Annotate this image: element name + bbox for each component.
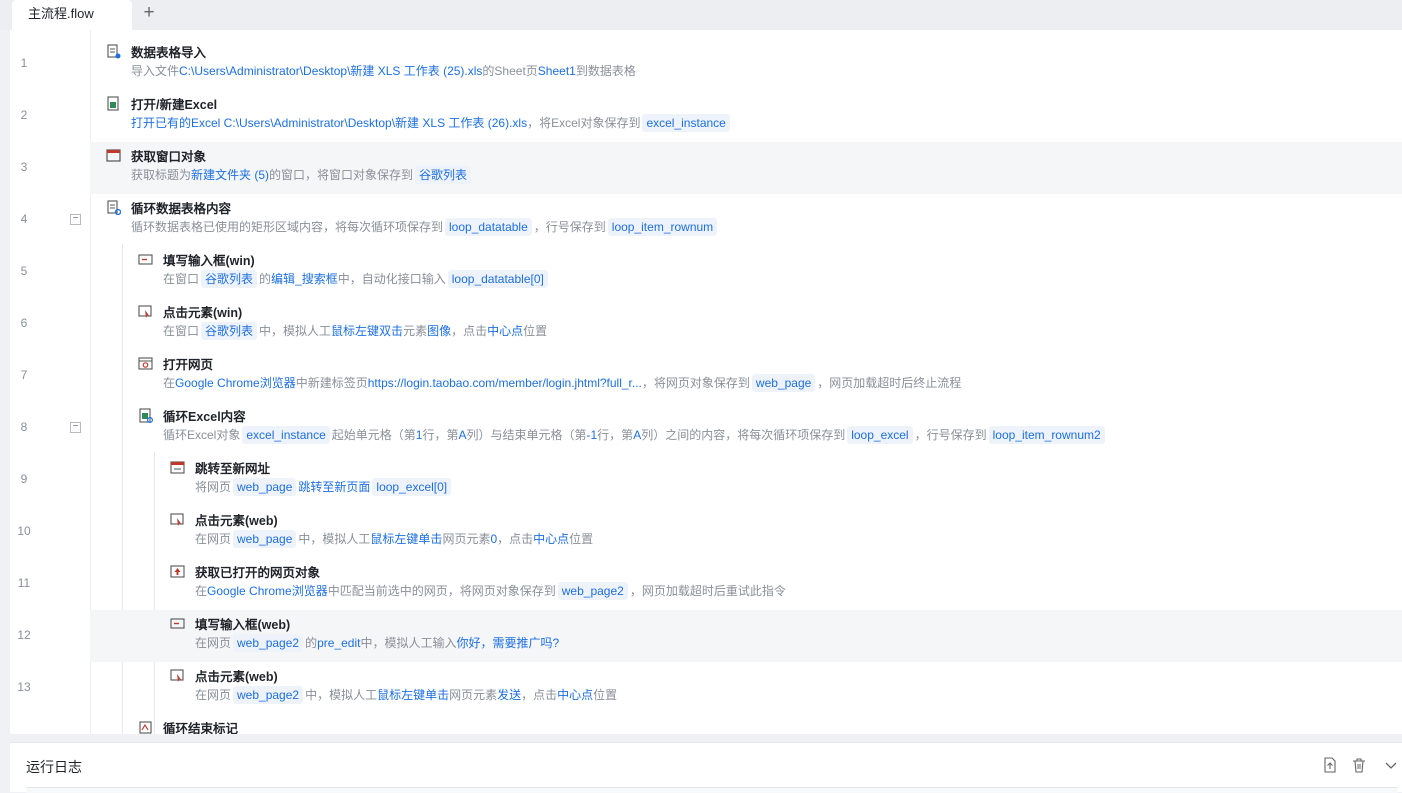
line-number: 8 [20,420,28,434]
line-number: 3 [20,160,28,174]
step-description: 在Google Chrome浏览器中匹配当前选中的网页，将网页对象保存到 web_… [195,582,786,600]
line-number: 7 [20,368,28,382]
step-title: 循环结束标记 [163,722,239,734]
flow-step-row[interactable]: 13 点击元素(web) 在网页 web_page2 中，模拟人工鼠标左键单击网页元… [10,662,1402,714]
variable-chip: loop_item_rownum [607,218,718,236]
step-title: 跳转至新网址 [195,462,271,476]
step-description: 在网页 web_page2 的pre_edit中，模拟人工输入你好，需要推广吗? [195,634,560,652]
step-title: 点击元素(web) [195,670,278,684]
step-title: 填写输入框(web) [195,618,291,632]
variable-chip: web_page [751,374,816,392]
flow-step-row[interactable]: 7 打开网页 在Google Chrome浏览器中新建标签页https://lo… [10,350,1402,402]
variable-chip: web_page2 [233,634,304,652]
step-title: 循环Excel内容 [163,410,246,424]
flow-step-row[interactable]: 循环结束标记 [10,714,1402,734]
chevron-down-icon[interactable] [1383,757,1399,773]
variable-chip: web_page2 [557,582,628,600]
goto-url-icon [170,461,185,474]
line-number: 2 [20,108,28,122]
input-fill-icon [170,618,185,629]
variable-chip: loop_excel [847,426,913,444]
step-description: 在窗口 谷歌列表 中，模拟人工鼠标左键双击元素图像，点击中心点位置 [163,322,548,340]
click-element-icon [170,669,184,682]
step-description: 在Google Chrome浏览器中新建标签页https://login.tao… [163,374,962,392]
run-log-title: 运行日志 [26,759,82,775]
step-description: 在窗口 谷歌列表 的编辑_搜索框中，自动化接口输入 loop_datatable[0] [163,270,550,288]
step-title: 循环数据表格内容 [131,202,232,216]
step-title: 点击元素(win) [163,306,243,320]
line-number: 12 [17,628,31,642]
variable-chip: excel_instance [242,426,330,444]
variable-chip: web_page2 [233,686,304,704]
export-log-icon[interactable] [1322,757,1338,773]
variable-chip: web_page [233,478,297,496]
variable-chip: 谷歌列表 [201,270,258,288]
click-element-icon [170,513,184,526]
flow-step-row[interactable]: 2 打开/新建Excel 打开已有的Excel C:\Users\Adminis… [10,90,1402,142]
line-number: 1 [20,56,28,70]
get-webpage-icon [170,565,185,578]
step-title: 打开/新建Excel [131,98,218,112]
flow-editor: 1 数据表格导入 导入文件C:\Users\Administrator\Desk… [10,30,1402,734]
tab-label: 主流程.flow [28,6,94,21]
line-number: 13 [17,680,31,694]
variable-chip: loop_item_rownum2 [988,426,1105,444]
run-log-panel: 运行日志 [10,742,1402,793]
delete-log-icon[interactable] [1351,757,1367,773]
line-number: 9 [20,472,28,486]
excel-open-icon [107,96,119,111]
variable-chip: loop_datatable[0] [447,270,548,288]
step-description: 获取标题为新建文件夹 (5)的窗口，将窗口对象保存到 谷歌列表 [131,166,473,184]
flow-step-row-selected[interactable]: 12 填写输入框(web) 在网页 web_page2 的pre_edit中，模拟人… [10,610,1402,662]
flow-step-row[interactable]: 1 数据表格导入 导入文件C:\Users\Administrator\Desk… [10,38,1402,90]
variable-chip: excel_instance [642,114,730,132]
flow-step-row[interactable]: 3 获取窗口对象 获取标题为新建文件夹 (5)的窗口，将窗口对象保存到 谷歌列表 [10,142,1402,194]
collapse-toggle[interactable]: − [70,214,81,225]
window-icon [106,149,121,162]
datatable-loop-icon [107,200,121,215]
variable-chip: web_page [233,530,297,548]
collapse-toggle[interactable]: − [70,422,81,433]
flow-step-row[interactable]: 10 点击元素(web) 在网页 web_page 中，模拟人工鼠标左键单击网页元素… [10,506,1402,558]
variable-chip: loop_excel[0] [372,478,452,496]
flow-step-row[interactable]: 11 获取已打开的网页对象 在Google Chrome浏览器中匹配当前选中的网… [10,558,1402,610]
loop-end-icon [139,721,152,734]
flow-step-row[interactable]: 9 跳转至新网址 将网页 web_page 跳转至新页面 loop_excel[0] [10,454,1402,506]
line-number: 5 [20,264,28,278]
tab-bar: 主流程.flow + [0,0,1402,30]
click-element-icon [138,305,152,318]
flow-step-row[interactable]: 8 − 循环Excel内容 循环Excel对象 excel_instance 起始单… [10,402,1402,454]
step-title: 数据表格导入 [131,46,207,60]
step-description: 打开已有的Excel C:\Users\Administrator\Deskto… [131,114,732,132]
add-tab-button[interactable]: + [140,3,158,24]
step-description: 导入文件C:\Users\Administrator\Desktop\新建 XL… [131,64,636,78]
line-number: 10 [17,524,31,538]
tab-main-flow[interactable]: 主流程.flow [12,0,132,30]
open-webpage-icon [138,357,153,370]
step-description: 循环数据表格已使用的矩形区域内容，将每次循环项保存到 loop_datatable… [131,218,719,236]
flow-step-row[interactable]: 4 − 循环数据表格内容 循环数据表格已使用的矩形区域内容，将每次循环项保存到 l… [10,194,1402,246]
step-title: 获取已打开的网页对象 [195,566,321,580]
step-title: 获取窗口对象 [131,150,207,164]
line-number: 4 [20,212,28,226]
log-table-header [26,787,1398,793]
flow-step-row[interactable]: 6 点击元素(win) 在窗口 谷歌列表 中，模拟人工鼠标左键双击元素图像，点击中心… [10,298,1402,350]
flow-step-row[interactable]: 5 填写输入框(win) 在窗口 谷歌列表 的编辑_搜索框中，自动化接口输入 loop… [10,246,1402,298]
excel-loop-icon [139,408,153,423]
left-edge [0,30,10,792]
step-description: 循环Excel对象 excel_instance 起始单元格（第1行，第A列）与结束… [163,426,1107,444]
step-title: 填写输入框(win) [163,254,255,268]
step-title: 打开网页 [163,358,214,372]
variable-chip: 谷歌列表 [201,322,258,340]
step-description: 将网页 web_page 跳转至新页面 loop_excel[0] [195,478,453,496]
datatable-import-icon [107,44,121,59]
line-number: 11 [17,576,31,590]
line-number: 6 [20,316,28,330]
variable-chip: loop_datatable [445,218,532,236]
step-description: 在网页 web_page2 中，模拟人工鼠标左键单击网页元素发送，点击中心点位置 [195,686,618,704]
variable-chip: 谷歌列表 [415,166,472,184]
step-description: 在网页 web_page 中，模拟人工鼠标左键单击网页元素0，点击中心点位置 [195,530,594,548]
step-title: 点击元素(web) [195,514,278,528]
input-fill-icon [138,254,153,265]
